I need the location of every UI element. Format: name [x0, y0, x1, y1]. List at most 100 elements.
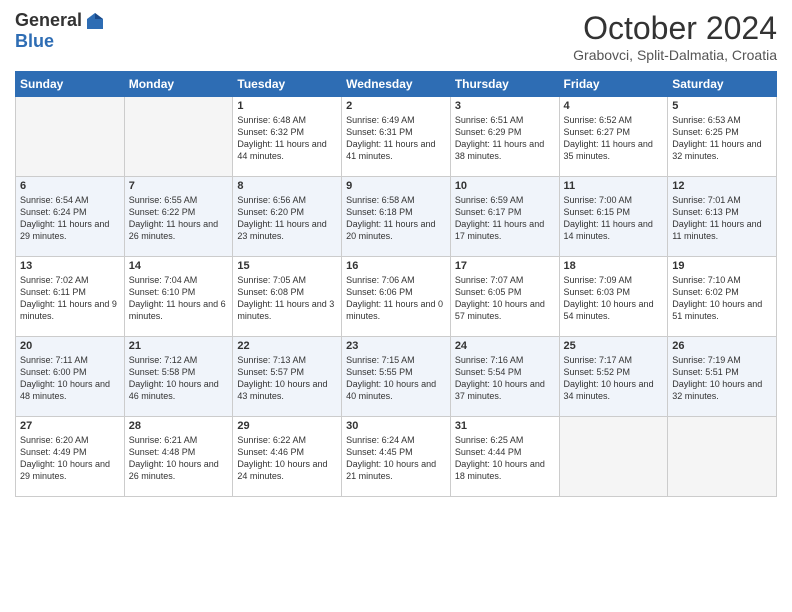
cell-info: Sunrise: 6:54 AM Sunset: 6:24 PM Dayligh…	[20, 194, 120, 243]
calendar-week-row: 27 Sunrise: 6:20 AM Sunset: 4:49 PM Dayli…	[16, 417, 777, 497]
table-row: 22 Sunrise: 7:13 AM Sunset: 5:57 PM Dayli…	[233, 337, 342, 417]
cell-info: Sunrise: 7:05 AM Sunset: 6:08 PM Dayligh…	[237, 274, 337, 323]
location-text: Grabovci, Split-Dalmatia, Croatia	[573, 47, 777, 63]
table-row: 24 Sunrise: 7:16 AM Sunset: 5:54 PM Dayli…	[450, 337, 559, 417]
cell-info: Sunrise: 7:11 AM Sunset: 6:00 PM Dayligh…	[20, 354, 120, 403]
day-number: 26	[672, 340, 772, 352]
table-row: 8 Sunrise: 6:56 AM Sunset: 6:20 PM Daylig…	[233, 177, 342, 257]
cell-info: Sunrise: 6:22 AM Sunset: 4:46 PM Dayligh…	[237, 434, 337, 483]
table-row: 17 Sunrise: 7:07 AM Sunset: 6:05 PM Dayli…	[450, 257, 559, 337]
cell-info: Sunrise: 7:07 AM Sunset: 6:05 PM Dayligh…	[455, 274, 555, 323]
calendar-table: Sunday Monday Tuesday Wednesday Thursday…	[15, 71, 777, 497]
day-number: 18	[564, 260, 664, 272]
cell-info: Sunrise: 7:19 AM Sunset: 5:51 PM Dayligh…	[672, 354, 772, 403]
header-wednesday: Wednesday	[342, 72, 451, 97]
table-row: 23Sunrise: 7:15 AM Sunset: 5:55 PM Dayli…	[342, 337, 451, 417]
cell-info: Sunrise: 6:56 AM Sunset: 6:20 PM Dayligh…	[237, 194, 337, 243]
cell-info: Sunrise: 7:17 AM Sunset: 5:52 PM Dayligh…	[564, 354, 664, 403]
cell-info: Sunrise: 6:21 AM Sunset: 4:48 PM Dayligh…	[129, 434, 229, 483]
day-number: 11	[564, 180, 664, 192]
day-number: 8	[237, 180, 337, 192]
table-row	[124, 97, 233, 177]
cell-info: Sunrise: 7:16 AM Sunset: 5:54 PM Dayligh…	[455, 354, 555, 403]
day-number: 15	[237, 260, 337, 272]
table-row: 13Sunrise: 7:02 AM Sunset: 6:11 PM Dayli…	[16, 257, 125, 337]
cell-info: Sunrise: 6:24 AM Sunset: 4:45 PM Dayligh…	[346, 434, 446, 483]
table-row: 4Sunrise: 6:52 AM Sunset: 6:27 PM Daylig…	[559, 97, 668, 177]
cell-info: Sunrise: 7:10 AM Sunset: 6:02 PM Dayligh…	[672, 274, 772, 323]
table-row: 15 Sunrise: 7:05 AM Sunset: 6:08 PM Dayli…	[233, 257, 342, 337]
day-number: 28	[129, 420, 229, 432]
table-row: 28 Sunrise: 6:21 AM Sunset: 4:48 PM Dayli…	[124, 417, 233, 497]
day-number: 5	[672, 100, 772, 112]
cell-info: Sunrise: 6:20 AM Sunset: 4:49 PM Dayligh…	[20, 434, 120, 483]
cell-info: Sunrise: 7:04 AM Sunset: 6:10 PM Dayligh…	[129, 274, 229, 323]
table-row: 14 Sunrise: 7:04 AM Sunset: 6:10 PM Dayli…	[124, 257, 233, 337]
table-row: 18 Sunrise: 7:09 AM Sunset: 6:03 PM Dayli…	[559, 257, 668, 337]
day-number: 12	[672, 180, 772, 192]
day-number: 27	[20, 420, 120, 432]
day-number: 19	[672, 260, 772, 272]
logo-blue-text: Blue	[15, 31, 54, 52]
cell-info: Sunrise: 6:53 AM Sunset: 6:25 PM Dayligh…	[672, 114, 772, 163]
cell-info: Sunrise: 6:55 AM Sunset: 6:22 PM Dayligh…	[129, 194, 229, 243]
table-row: 9 Sunrise: 6:58 AM Sunset: 6:18 PM Daylig…	[342, 177, 451, 257]
day-number: 1	[237, 100, 337, 112]
month-title: October 2024	[573, 10, 777, 47]
day-number: 9	[346, 180, 446, 192]
header-sunday: Sunday	[16, 72, 125, 97]
logo-icon	[85, 11, 105, 31]
day-number: 2	[346, 100, 446, 112]
header-thursday: Thursday	[450, 72, 559, 97]
day-number: 25	[564, 340, 664, 352]
day-number: 14	[129, 260, 229, 272]
day-number: 23	[346, 340, 446, 352]
cell-info: Sunrise: 7:02 AM Sunset: 6:11 PM Dayligh…	[20, 274, 120, 323]
table-row: 25 Sunrise: 7:17 AM Sunset: 5:52 PM Dayli…	[559, 337, 668, 417]
header-friday: Friday	[559, 72, 668, 97]
table-row: 29 Sunrise: 6:22 AM Sunset: 4:46 PM Dayli…	[233, 417, 342, 497]
table-row: 20Sunrise: 7:11 AM Sunset: 6:00 PM Dayli…	[16, 337, 125, 417]
cell-info: Sunrise: 6:58 AM Sunset: 6:18 PM Dayligh…	[346, 194, 446, 243]
day-number: 30	[346, 420, 446, 432]
day-number: 17	[455, 260, 555, 272]
header-tuesday: Tuesday	[233, 72, 342, 97]
day-number: 21	[129, 340, 229, 352]
day-number: 16	[346, 260, 446, 272]
cell-info: Sunrise: 6:49 AM Sunset: 6:31 PM Dayligh…	[346, 114, 446, 163]
day-number: 3	[455, 100, 555, 112]
header-saturday: Saturday	[668, 72, 777, 97]
calendar-week-row: 1 Sunrise: 6:48 AM Sunset: 6:32 PM Daylig…	[16, 97, 777, 177]
table-row: 31Sunrise: 6:25 AM Sunset: 4:44 PM Dayli…	[450, 417, 559, 497]
logo-general-text: General	[15, 10, 82, 31]
cell-info: Sunrise: 7:13 AM Sunset: 5:57 PM Dayligh…	[237, 354, 337, 403]
table-row	[559, 417, 668, 497]
table-row: 5 Sunrise: 6:53 AM Sunset: 6:25 PM Daylig…	[668, 97, 777, 177]
day-number: 10	[455, 180, 555, 192]
table-row: 26 Sunrise: 7:19 AM Sunset: 5:51 PM Dayli…	[668, 337, 777, 417]
cell-info: Sunrise: 6:51 AM Sunset: 6:29 PM Dayligh…	[455, 114, 555, 163]
table-row: 10Sunrise: 6:59 AM Sunset: 6:17 PM Dayli…	[450, 177, 559, 257]
calendar-week-row: 20Sunrise: 7:11 AM Sunset: 6:00 PM Dayli…	[16, 337, 777, 417]
table-row: 7 Sunrise: 6:55 AM Sunset: 6:22 PM Daylig…	[124, 177, 233, 257]
calendar-header-row: Sunday Monday Tuesday Wednesday Thursday…	[16, 72, 777, 97]
table-row: 19 Sunrise: 7:10 AM Sunset: 6:02 PM Dayli…	[668, 257, 777, 337]
cell-info: Sunrise: 7:12 AM Sunset: 5:58 PM Dayligh…	[129, 354, 229, 403]
day-number: 7	[129, 180, 229, 192]
calendar-week-row: 13Sunrise: 7:02 AM Sunset: 6:11 PM Dayli…	[16, 257, 777, 337]
cell-info: Sunrise: 7:06 AM Sunset: 6:06 PM Dayligh…	[346, 274, 446, 323]
title-section: October 2024 Grabovci, Split-Dalmatia, C…	[573, 10, 777, 63]
cell-info: Sunrise: 7:00 AM Sunset: 6:15 PM Dayligh…	[564, 194, 664, 243]
day-number: 22	[237, 340, 337, 352]
cell-info: Sunrise: 6:25 AM Sunset: 4:44 PM Dayligh…	[455, 434, 555, 483]
cell-info: Sunrise: 6:48 AM Sunset: 6:32 PM Dayligh…	[237, 114, 337, 163]
table-row: 2 Sunrise: 6:49 AM Sunset: 6:31 PM Daylig…	[342, 97, 451, 177]
day-number: 29	[237, 420, 337, 432]
day-number: 24	[455, 340, 555, 352]
table-row: 1 Sunrise: 6:48 AM Sunset: 6:32 PM Daylig…	[233, 97, 342, 177]
table-row: 30 Sunrise: 6:24 AM Sunset: 4:45 PM Dayli…	[342, 417, 451, 497]
table-row: 21 Sunrise: 7:12 AM Sunset: 5:58 PM Dayli…	[124, 337, 233, 417]
cell-info: Sunrise: 7:09 AM Sunset: 6:03 PM Dayligh…	[564, 274, 664, 323]
day-number: 6	[20, 180, 120, 192]
cell-info: Sunrise: 6:52 AM Sunset: 6:27 PM Dayligh…	[564, 114, 664, 163]
